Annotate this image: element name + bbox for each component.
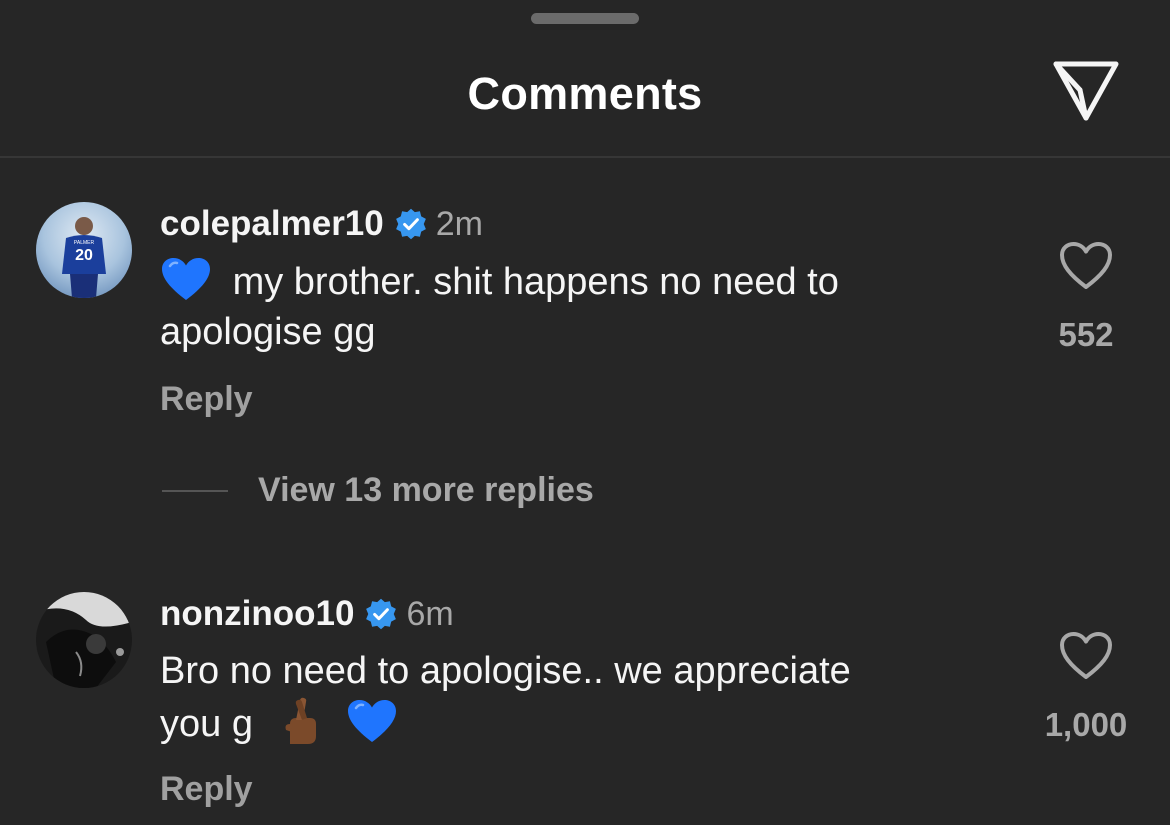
comment-text-line: you g — [160, 703, 253, 745]
comment-timestamp: 6m — [406, 594, 454, 633]
avatar[interactable] — [36, 592, 132, 688]
comment-text-line: Bro no need to apologise.. we appreciate — [160, 650, 851, 692]
heart-outline-icon — [1060, 632, 1112, 679]
crossed-fingers-icon — [285, 697, 316, 744]
like-button[interactable] — [1058, 630, 1114, 682]
reply-button[interactable]: Reply — [160, 770, 253, 809]
comment-item: nonzinoo10 6m Bro no need to apologise..… — [0, 0, 1170, 825]
comment-header: nonzinoo10 6m — [160, 594, 454, 634]
user-avatar-icon — [36, 592, 132, 688]
comment-text: Bro no need to apologise.. we appreciate… — [160, 646, 980, 749]
verified-badge-icon — [366, 598, 397, 630]
like-count: 1,000 — [1044, 706, 1128, 743]
blue-heart-icon — [348, 700, 397, 742]
comment-username[interactable]: nonzinoo10 — [160, 594, 354, 634]
